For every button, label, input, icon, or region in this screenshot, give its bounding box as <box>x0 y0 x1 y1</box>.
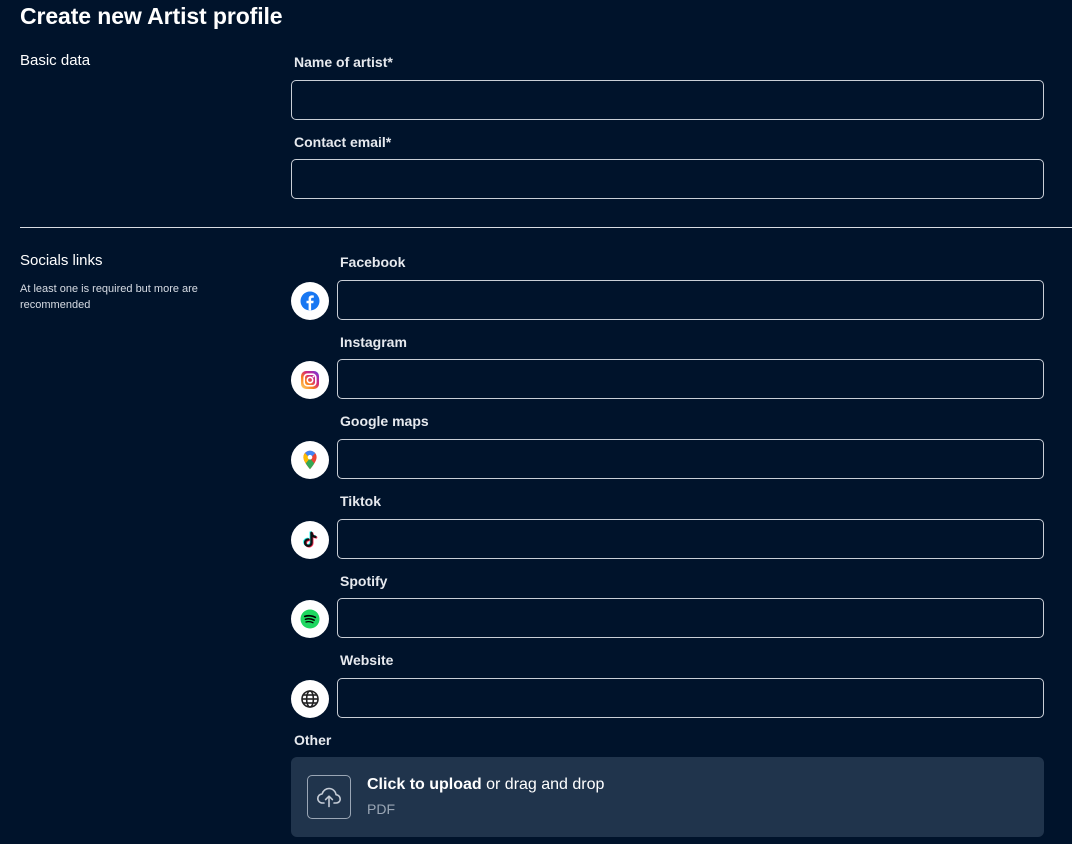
contact-email-label: Contact email* <box>294 134 392 150</box>
spotify-input[interactable] <box>337 598 1044 638</box>
instagram-icon <box>291 361 329 399</box>
google-maps-input[interactable] <box>337 439 1044 479</box>
basic-data-heading: Basic data <box>20 52 91 69</box>
google-maps-icon <box>291 441 329 479</box>
upload-file-type-hint: PDF <box>367 801 395 817</box>
click-to-upload-link[interactable]: Click to upload <box>367 776 482 793</box>
other-label: Other <box>294 732 332 748</box>
tiktok-input[interactable] <box>337 519 1044 559</box>
contact-email-input[interactable] <box>291 159 1044 199</box>
artist-name-label: Name of artist* <box>294 54 393 70</box>
spotify-label: Spotify <box>340 573 388 589</box>
artist-name-input[interactable] <box>291 80 1044 120</box>
facebook-input[interactable] <box>337 280 1044 320</box>
facebook-label: Facebook <box>340 254 406 270</box>
instagram-label: Instagram <box>340 334 407 350</box>
drag-and-drop-text: or drag and drop <box>481 776 605 793</box>
instagram-input[interactable] <box>337 359 1044 399</box>
file-upload-dropzone[interactable]: Click to upload or drag and drop PDF <box>291 757 1044 837</box>
tiktok-icon <box>291 521 329 559</box>
google-maps-label: Google maps <box>340 413 429 429</box>
website-input[interactable] <box>337 678 1044 718</box>
socials-heading: Socials links <box>20 252 103 269</box>
socials-description: At least one is required but more are re… <box>20 283 198 311</box>
website-label: Website <box>340 652 394 668</box>
spotify-icon <box>291 600 329 638</box>
tiktok-label: Tiktok <box>340 493 381 509</box>
section-divider <box>20 227 1072 228</box>
globe-icon <box>291 680 329 718</box>
cloud-upload-icon <box>307 775 351 819</box>
page-title: Create new Artist profile <box>20 3 283 29</box>
facebook-icon <box>291 282 329 320</box>
upload-instruction: Click to upload or drag and drop <box>367 776 604 794</box>
